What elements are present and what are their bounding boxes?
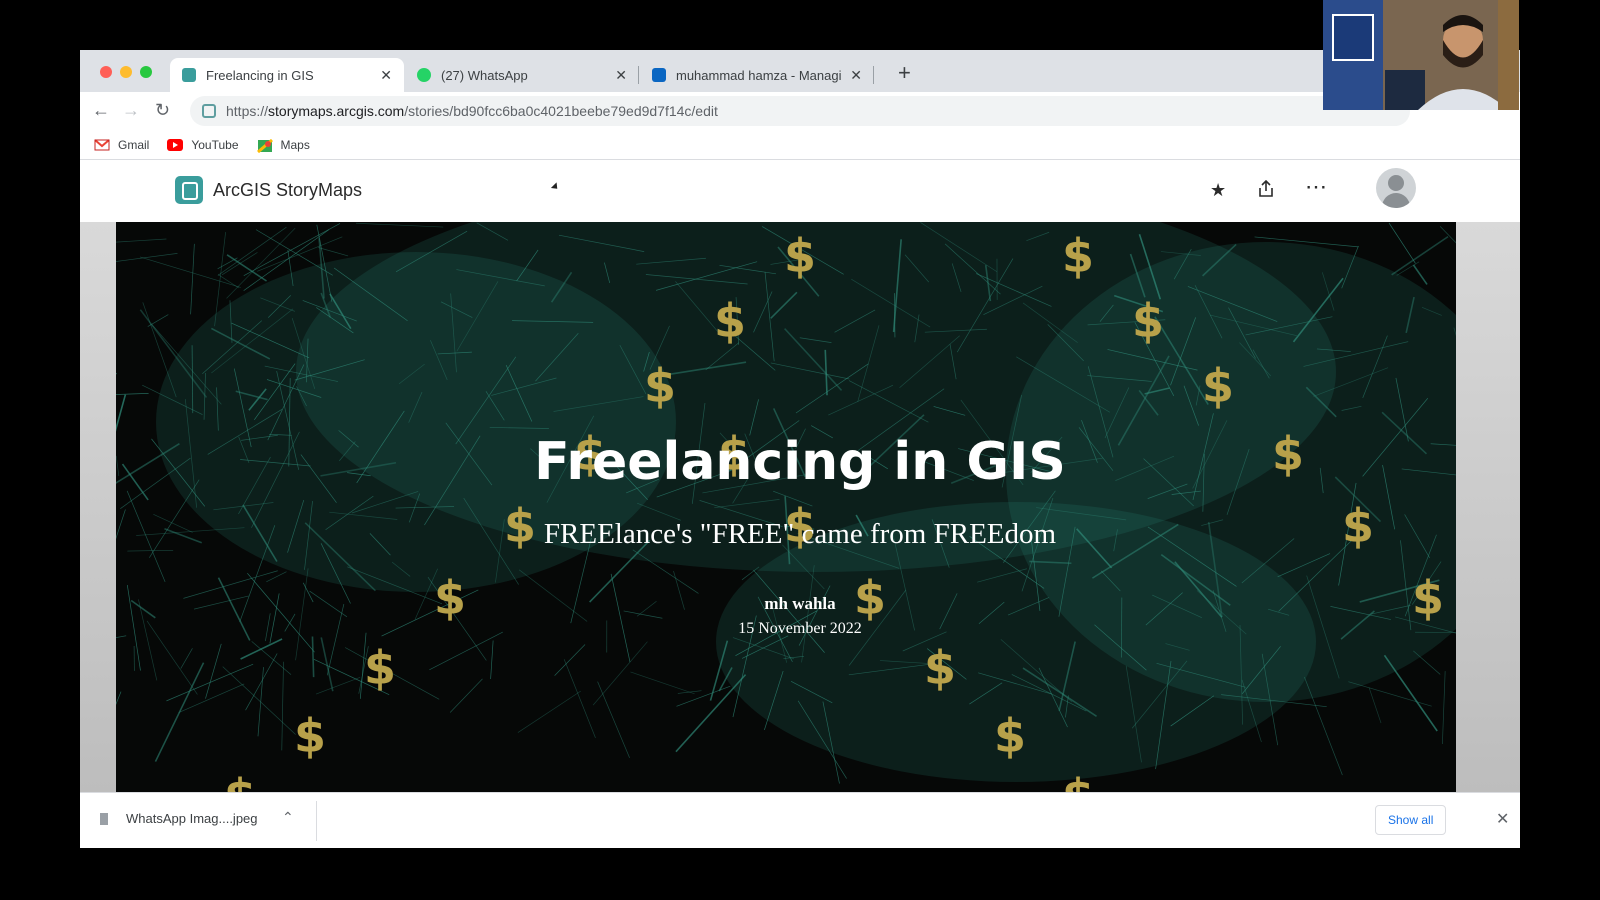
zoom-window-button[interactable]: [140, 66, 152, 78]
url-host: storymaps.arcgis.com: [268, 103, 405, 119]
bookmark-label: Maps: [280, 137, 310, 152]
dollar-sign-icon: $: [1202, 359, 1234, 413]
story-cover: $$$$$$$$$$$$$$$$$$$$$ Freelancing in GIS…: [80, 222, 1520, 792]
linkedin-favicon-icon: [652, 68, 666, 82]
bookmark-label: Gmail: [118, 137, 150, 152]
close-tab-icon[interactable]: ✕: [850, 67, 862, 84]
storymaps-header: ArcGIS StoryMaps ★ ⋯: [80, 160, 1520, 222]
youtube-icon: [167, 138, 184, 151]
download-shelf: WhatsApp Imag....jpeg ⌃ Show all ✕: [80, 792, 1520, 848]
tab-title: (27) WhatsApp: [441, 67, 528, 83]
tab-title: muhammad hamza - Managing: [676, 67, 843, 83]
dollar-sign-icon: $: [364, 641, 396, 695]
dollar-sign-icon: $: [784, 229, 816, 283]
left-edge-strip: [80, 222, 116, 792]
storymaps-logo[interactable]: ArcGIS StoryMaps: [175, 176, 362, 204]
chevron-up-icon[interactable]: ⌃: [282, 809, 294, 826]
close-shelf-icon[interactable]: ✕: [1496, 809, 1509, 829]
address-bar[interactable]: https://storymaps.arcgis.com/stories/bd9…: [190, 96, 1410, 126]
story-author: mh wahla: [764, 594, 836, 613]
gmail-icon: [94, 138, 110, 151]
star-icon[interactable]: ★: [1210, 180, 1226, 201]
tab-title: Freelancing in GIS: [206, 67, 314, 83]
share-icon[interactable]: [1258, 179, 1274, 203]
dollar-sign-icon: $: [1062, 229, 1094, 283]
storymaps-logo-icon: [175, 176, 203, 204]
more-icon[interactable]: ⋯: [1305, 174, 1327, 200]
dollar-sign-icon: $: [924, 641, 956, 695]
bookmark-gmail[interactable]: Gmail: [94, 138, 149, 152]
minimize-window-button[interactable]: [120, 66, 132, 78]
bookmark-label: YouTube: [191, 137, 239, 152]
download-item[interactable]: WhatsApp Imag....jpeg: [100, 811, 258, 826]
download-filename: WhatsApp Imag....jpeg: [126, 811, 258, 826]
tab-strip: Freelancing in GIS ✕ (27) WhatsApp ✕ muh…: [80, 50, 1520, 92]
back-arrow-icon[interactable]: ←: [92, 100, 110, 121]
close-window-button[interactable]: [100, 66, 112, 78]
close-tab-icon[interactable]: ✕: [380, 67, 392, 84]
browser-window: Freelancing in GIS ✕ (27) WhatsApp ✕ muh…: [80, 50, 1520, 848]
site-info-icon[interactable]: [202, 104, 216, 118]
url-scheme: https://: [226, 103, 269, 119]
tab-freelancing[interactable]: Freelancing in GIS ✕: [170, 58, 404, 92]
dollar-sign-icon: $: [294, 709, 326, 763]
avatar[interactable]: [1376, 168, 1416, 208]
shelf-divider: [316, 801, 317, 841]
new-tab-button[interactable]: +: [898, 60, 911, 86]
webcam-overlay: [1323, 0, 1519, 110]
dollar-sign-icon: $: [1132, 294, 1164, 348]
city-map-background: $$$$$$$$$$$$$$$$$$$$$: [116, 222, 1456, 792]
toolbar: ← → ↻ https://storymaps.arcgis.com/stori…: [80, 92, 1520, 130]
dollar-sign-icon: $: [994, 709, 1026, 763]
url-path: /stories/bd90fcc6ba0c4021beebe79ed9d7f14…: [404, 103, 718, 119]
story-date: 15 November 2022: [738, 620, 862, 637]
dollar-sign-icon: $: [1062, 769, 1094, 792]
dollar-sign-icon: $: [714, 294, 746, 348]
file-icon: [100, 812, 108, 825]
show-all-button[interactable]: Show all: [1375, 805, 1447, 835]
maps-icon: [256, 138, 273, 153]
whatsapp-favicon-icon: [417, 68, 431, 82]
story-subtitle: FREElance's "FREE" came from FREEdom: [543, 518, 1057, 550]
tab-whatsapp[interactable]: (27) WhatsApp ✕: [405, 58, 639, 92]
tab-linkedin[interactable]: muhammad hamza - Managing ✕: [640, 58, 874, 92]
reload-icon[interactable]: ↻: [155, 100, 170, 121]
storymaps-favicon-icon: [182, 68, 196, 82]
dollar-sign-icon: $: [224, 769, 256, 792]
close-tab-icon[interactable]: ✕: [615, 67, 627, 84]
brand-name: ArcGIS StoryMaps: [213, 179, 363, 200]
forward-arrow-icon[interactable]: →: [122, 100, 140, 121]
bookmark-maps[interactable]: Maps: [256, 137, 310, 153]
bookmarks-bar: Gmail YouTube Maps: [80, 130, 1520, 160]
dollar-sign-icon: $: [644, 359, 676, 413]
tab-separator: [873, 66, 874, 84]
right-edge-strip: [1456, 222, 1520, 792]
story-title: Freelancing in GIS: [534, 432, 1066, 492]
bookmark-youtube[interactable]: YouTube: [167, 137, 239, 152]
